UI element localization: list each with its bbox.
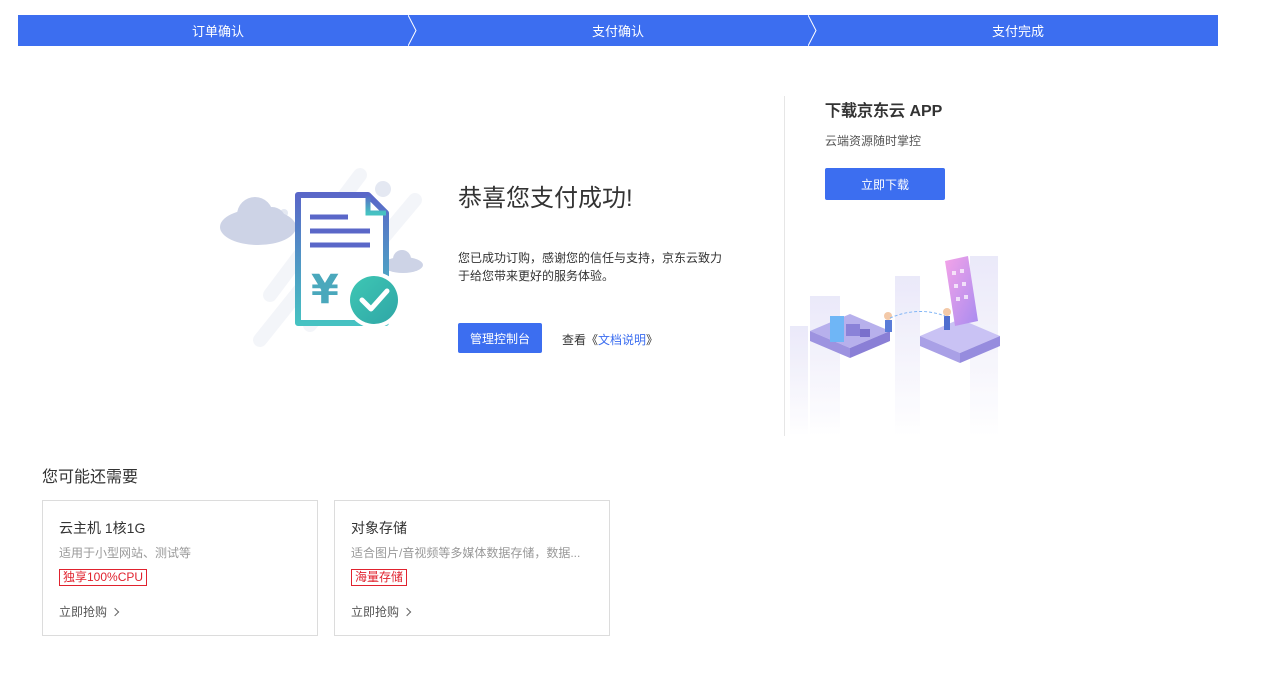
doc-suffix: 》 — [646, 333, 659, 347]
app-subtitle: 云端资源随时掌控 — [825, 134, 922, 148]
buy-now-label: 立即抢购 — [59, 605, 108, 619]
step-arrow-icon — [808, 15, 817, 46]
step-label: 支付完成 — [991, 24, 1044, 39]
doc-link-line: 查看《文档说明》 — [562, 331, 658, 348]
product-card-vm[interactable]: 云主机 1核1G 适用于小型网站、测试等 独享100%CPU 立即抢购 — [42, 500, 318, 636]
doc-prefix: 查看《 — [562, 333, 599, 347]
vertical-divider — [784, 96, 785, 436]
check-circle-icon — [346, 272, 402, 328]
svg-text:¥: ¥ — [311, 267, 339, 313]
card-tag: 独享100%CPU — [59, 569, 148, 586]
buy-now-link[interactable]: 立即抢购 — [59, 603, 120, 620]
step-label: 订单确认 — [191, 24, 244, 39]
console-button[interactable]: 管理控制台 — [458, 323, 542, 353]
product-card-oss[interactable]: 对象存储 适合图片/音视频等多媒体数据存储，数据... 海量存储 立即抢购 — [334, 500, 610, 636]
buy-now-label: 立即抢购 — [351, 605, 400, 619]
app-title: 下载京东云 APP — [825, 103, 943, 120]
buy-now-link[interactable]: 立即抢购 — [351, 603, 412, 620]
cloud-icon — [220, 197, 296, 245]
page-title: 恭喜您支付成功! — [458, 185, 633, 212]
card-tag: 海量存储 — [351, 569, 408, 586]
step-payment-confirm: 支付确认 — [418, 15, 818, 46]
success-description: 您已成功订购，感谢您的信任与支持，京东云致力于给您带来更好的服务体验。 — [458, 251, 723, 283]
step-arrow-icon — [408, 15, 417, 46]
step-order-confirm: 订单确认 — [18, 15, 418, 46]
download-app-button[interactable]: 立即下载 — [825, 168, 945, 200]
app-isometric-illustration — [790, 256, 1000, 436]
chevron-right-icon — [110, 607, 120, 616]
card-description: 适合图片/音视频等多媒体数据存储，数据... — [351, 546, 581, 560]
doc-link[interactable]: 文档说明 — [598, 333, 646, 347]
card-description: 适用于小型网站、测试等 — [59, 546, 192, 560]
progress-steps: 订单确认 支付确认 支付完成 — [18, 15, 1218, 46]
recommend-title: 您可能还需要 — [42, 469, 139, 486]
card-name: 对象存储 — [351, 520, 407, 536]
chevron-right-icon — [402, 607, 412, 616]
card-name: 云主机 1核1G — [59, 520, 146, 536]
step-payment-complete: 支付完成 — [818, 15, 1218, 46]
step-label: 支付确认 — [591, 24, 644, 39]
payment-success-illustration: ¥ — [220, 168, 423, 347]
